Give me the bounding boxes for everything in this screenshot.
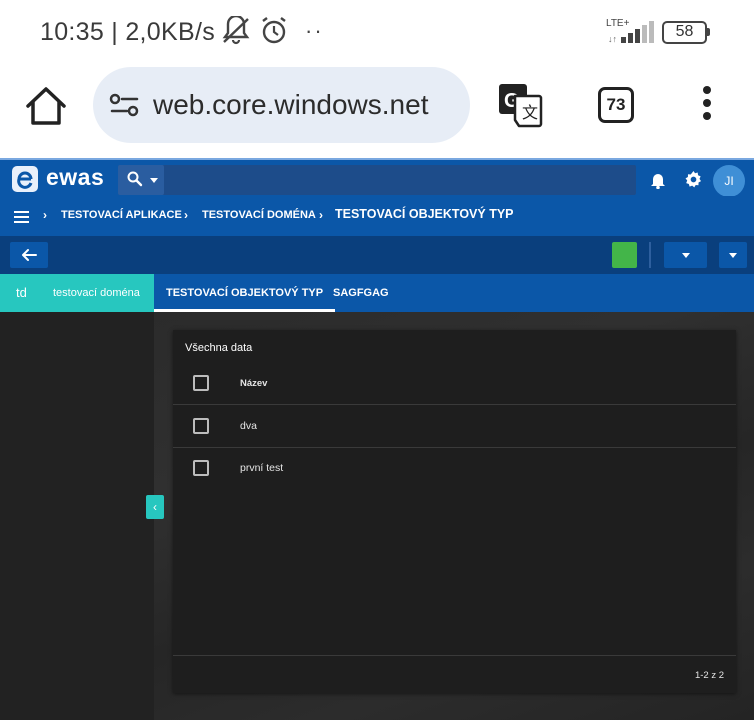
row-checkbox[interactable] bbox=[193, 418, 209, 434]
chevron-down-icon bbox=[681, 253, 690, 258]
chevron-right-icon: › bbox=[43, 208, 47, 222]
url-text[interactable]: web.core.windows.net bbox=[153, 89, 428, 121]
table-title: Všechna data bbox=[185, 342, 253, 354]
status-bar: 10:35 | 2,0KB/s ·· LTE+ ↓↑ 58 bbox=[0, 0, 754, 66]
more-dropdown-button[interactable] bbox=[719, 242, 747, 268]
status-icons bbox=[218, 14, 298, 55]
select-all-checkbox[interactable] bbox=[193, 375, 209, 391]
breadcrumb-item-current: TESTOVACÍ OBJEKTOVÝ TYP bbox=[335, 207, 514, 221]
breadcrumb-item-app[interactable]: TESTOVACÍ APLIKACE bbox=[61, 209, 182, 221]
domain-abbreviation: td bbox=[16, 285, 27, 300]
pagination-info: 1-2 z 2 bbox=[694, 670, 724, 681]
site-settings-icon[interactable] bbox=[109, 91, 141, 119]
tab-domain[interactable]: td testovací doména bbox=[0, 274, 154, 312]
user-avatar[interactable]: JI bbox=[713, 165, 745, 197]
browser-menu-icon[interactable] bbox=[700, 86, 714, 126]
table-row[interactable]: dva bbox=[173, 406, 736, 448]
address-bar[interactable]: web.core.windows.net bbox=[93, 67, 470, 143]
toolbar-divider bbox=[649, 242, 651, 268]
settings-gear-icon[interactable] bbox=[684, 170, 703, 189]
chevron-down-icon bbox=[150, 178, 158, 183]
actions-dropdown-button[interactable] bbox=[664, 242, 707, 268]
mute-icon bbox=[222, 14, 286, 45]
table-header-row: Název bbox=[173, 363, 736, 405]
table-footer: 1-2 z 2 bbox=[173, 655, 736, 693]
signal-icon: ↓↑ bbox=[608, 21, 654, 44]
status-overflow-dots: ·· bbox=[305, 18, 324, 43]
table-row[interactable]: první test bbox=[173, 448, 736, 490]
notifications-bell-icon[interactable] bbox=[650, 171, 666, 189]
arrow-left-icon bbox=[22, 249, 37, 261]
breadcrumb-item-domain[interactable]: TESTOVACÍ DOMÉNA bbox=[202, 209, 316, 221]
translate-icon[interactable]: G 文 bbox=[497, 82, 543, 128]
collapse-panel-button[interactable]: ‹ bbox=[146, 495, 164, 519]
status-green-button[interactable] bbox=[612, 242, 637, 268]
svg-text:↓↑: ↓↑ bbox=[608, 34, 617, 44]
chevron-right-icon: › bbox=[184, 208, 188, 222]
chevron-right-icon: › bbox=[319, 208, 323, 222]
hamburger-menu-icon[interactable] bbox=[14, 211, 29, 223]
status-time: 10:35 | 2,0KB/s bbox=[40, 18, 215, 46]
chevron-down-icon bbox=[729, 253, 737, 258]
back-button[interactable] bbox=[10, 242, 48, 268]
table-cell-name[interactable]: dva bbox=[240, 420, 257, 432]
app-window: ewas JI › TESTOVACÍ APLIKACE › TESTOVACÍ… bbox=[0, 158, 754, 720]
search-scope-dropdown[interactable] bbox=[118, 165, 164, 195]
row-checkbox[interactable] bbox=[193, 460, 209, 476]
action-toolbar bbox=[0, 236, 754, 274]
browser-toolbar: web.core.windows.net G 文 73 bbox=[0, 66, 754, 158]
tab-switcher-button[interactable]: 73 bbox=[598, 87, 634, 123]
tabs-bar: td testovací doména TESTOVACÍ OBJEKTOVÝ … bbox=[0, 274, 754, 312]
breadcrumb: › TESTOVACÍ APLIKACE › TESTOVACÍ DOMÉNA … bbox=[0, 196, 754, 236]
search-icon bbox=[127, 171, 143, 187]
table-cell-name[interactable]: první test bbox=[240, 462, 283, 474]
tab-sagfgag[interactable]: SAGFGAG bbox=[321, 274, 401, 312]
svg-text:文: 文 bbox=[522, 103, 538, 122]
ewas-logo-icon[interactable] bbox=[12, 166, 38, 192]
column-header-name[interactable]: Název bbox=[240, 378, 267, 389]
app-logo-text[interactable]: ewas bbox=[46, 164, 104, 191]
battery-level: 58 bbox=[675, 23, 694, 40]
domain-label: testovací doména bbox=[53, 287, 140, 299]
global-search-input[interactable] bbox=[118, 165, 636, 195]
left-panel bbox=[0, 312, 154, 720]
tab-object-type[interactable]: TESTOVACÍ OBJEKTOVÝ TYP bbox=[154, 274, 336, 312]
home-icon[interactable] bbox=[22, 84, 70, 128]
data-table-card: Všechna data Název dva první test 1-2 z … bbox=[173, 330, 736, 693]
app-top-bar: ewas JI bbox=[0, 158, 754, 197]
main-content: ‹ Všechna data Název dva první test 1-2 … bbox=[0, 312, 754, 720]
battery-nub bbox=[707, 28, 710, 36]
